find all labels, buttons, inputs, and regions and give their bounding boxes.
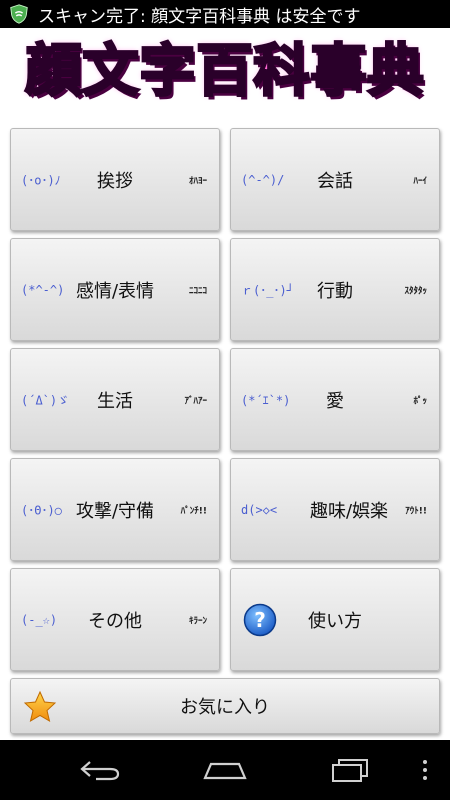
navigation-bar <box>0 740 450 800</box>
tile-sound: ｷﾗｰﾝ <box>188 616 207 626</box>
banner: 顔文字百科事典 <box>0 28 450 116</box>
tile-label: 愛 <box>326 390 344 412</box>
tile-sound: ﾎﾟｯ <box>413 396 427 406</box>
status-bar: スキャン完了: 顔文字百科事典 は安全です <box>0 0 450 28</box>
shield-icon <box>10 4 28 24</box>
recent-apps-icon <box>332 759 368 782</box>
category-tile-conversation[interactable]: (^-^)/ 会話 ﾊｰｲ <box>230 128 440 231</box>
tile-sound: ﾊｰｲ <box>413 176 427 186</box>
tile-sound: ｵﾊﾖｰ <box>188 176 207 186</box>
recent-apps-button[interactable] <box>320 750 380 790</box>
tile-label: 挨拶 <box>97 170 133 192</box>
tile-label: 会話 <box>317 170 353 192</box>
overflow-menu-icon <box>423 760 427 780</box>
category-tile-action[interactable]: ｒ(･_･)┘ 行動 ｽﾀﾀﾀｯ <box>230 238 440 341</box>
category-tile-hobby[interactable]: d(>◇< 趣味/娯楽 ｱｳﾄ!! <box>230 458 440 561</box>
help-label: 使い方 <box>308 610 362 632</box>
favorites-label: お気に入り <box>180 697 270 718</box>
app-content: 顔文字百科事典 (･o･)ﾉ 挨拶 ｵﾊﾖｰ (^-^)/ 会話 ﾊｰｲ (*^… <box>0 28 450 740</box>
category-tile-greeting[interactable]: (･o･)ﾉ 挨拶 ｵﾊﾖｰ <box>10 128 220 231</box>
category-tile-attack-defense[interactable]: (･Θ･)○ 攻撃/守備 ﾊﾟﾝﾁ!! <box>10 458 220 561</box>
favorites-button[interactable]: お気に入り <box>10 678 440 734</box>
menu-button[interactable] <box>400 750 450 790</box>
tile-sound: ｱｳﾄ!! <box>405 506 427 516</box>
tile-sound: ｱﾞﾊｱｰ <box>184 396 207 406</box>
home-button[interactable] <box>195 750 255 790</box>
category-tile-emotion[interactable]: (*^-^) 感情/表情 ﾆｺﾆｺ <box>10 238 220 341</box>
tile-sound: ｽﾀﾀﾀｯ <box>404 286 427 296</box>
category-tile-love[interactable]: (*´ｴ`*) 愛 ﾎﾟｯ <box>230 348 440 451</box>
tile-label: その他 <box>88 610 142 632</box>
tile-sound: ﾊﾟﾝﾁ!! <box>180 506 207 516</box>
category-tile-life[interactable]: (´Δ`)ゞ 生活 ｱﾞﾊｱｰ <box>10 348 220 451</box>
home-icon <box>203 762 247 780</box>
back-button[interactable] <box>70 750 130 790</box>
banner-title: 顔文字百科事典 <box>24 39 425 104</box>
tile-label: 感情/表情 <box>75 280 155 302</box>
help-tile[interactable]: ? 使い方 <box>230 568 440 671</box>
category-tile-other[interactable]: (-_☆) その他 ｷﾗｰﾝ <box>10 568 220 671</box>
back-icon <box>80 761 120 781</box>
status-notification: スキャン完了: 顔文字百科事典 は安全です <box>38 6 361 27</box>
tile-sound: ﾆｺﾆｺ <box>188 286 207 296</box>
